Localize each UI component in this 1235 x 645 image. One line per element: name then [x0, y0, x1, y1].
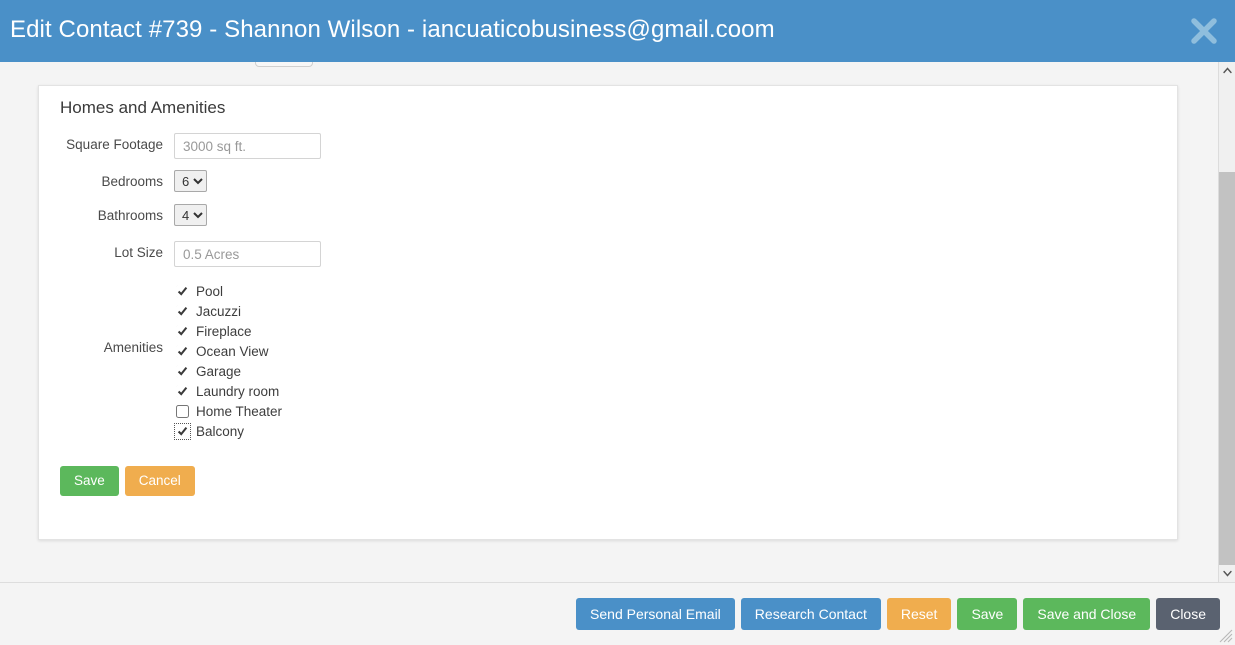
label-square-footage: Square Footage	[66, 137, 163, 152]
amenity-checkbox[interactable]	[176, 364, 189, 378]
modal-body: Homes and Amenities Square Footage Bedro…	[0, 62, 1218, 582]
field-row-bedrooms: Bedrooms 012345678	[39, 170, 379, 194]
amenity-label: Fireplace	[196, 323, 252, 339]
amenity-item[interactable]: Ocean View	[176, 341, 282, 361]
bedrooms-select[interactable]: 012345678	[174, 170, 207, 192]
amenity-label: Garage	[196, 363, 242, 379]
amenity-checkbox[interactable]	[176, 404, 189, 418]
card-title: Homes and Amenities	[60, 98, 226, 117]
footer-send-personal-email-button[interactable]: Send Personal Email	[576, 598, 735, 630]
amenity-checkbox[interactable]	[176, 324, 189, 338]
amenity-item[interactable]: Garage	[176, 361, 282, 381]
modal-header: Edit Contact #739 - Shannon Wilson - ian…	[0, 0, 1235, 62]
field-row-amenities: Amenities Pool Jacuzzi Fireplace Ocean View…	[39, 281, 379, 446]
field-row-square-footage: Square Footage	[39, 133, 379, 159]
modal-title: Edit Contact #739 - Shannon Wilson - ian…	[10, 16, 775, 43]
amenity-item[interactable]: Home Theater	[176, 401, 282, 421]
footer-reset-button[interactable]: Reset	[886, 598, 952, 630]
bathrooms-select[interactable]: 012345678	[174, 204, 207, 226]
amenities-checkbox-group: Pool Jacuzzi Fireplace Ocean View Garage Laun…	[174, 281, 282, 441]
card-cancel-button[interactable]: Cancel	[124, 466, 195, 496]
amenity-checkbox[interactable]	[176, 384, 189, 398]
field-row-bathrooms: Bathrooms 012345678	[39, 204, 379, 228]
label-bathrooms: Bathrooms	[97, 208, 163, 223]
control-bathrooms: 012345678	[174, 204, 207, 226]
vertical-scrollbar[interactable]	[1218, 62, 1235, 582]
card-action-buttons: Save Cancel	[60, 466, 201, 496]
card-save-button[interactable]: Save	[60, 466, 119, 496]
footer-close-button[interactable]: Close	[1156, 598, 1220, 630]
label-lot-size: Lot Size	[114, 245, 163, 260]
label-amenities: Amenities	[103, 340, 163, 355]
footer-save-and-close-button[interactable]: Save and Close	[1023, 598, 1151, 630]
close-x-icon[interactable]	[1185, 12, 1223, 50]
footer-action-buttons: Send Personal Email Research Contact Reset…	[576, 598, 1220, 630]
amenity-label: Jacuzzi	[196, 303, 242, 319]
footer-research-contact-button[interactable]: Research Contact	[740, 598, 881, 630]
amenity-item[interactable]: Balcony	[174, 421, 282, 441]
amenity-label: Balcony	[196, 423, 245, 439]
amenity-label: Laundry room	[196, 383, 280, 399]
resize-grip-icon[interactable]	[1219, 629, 1233, 643]
amenity-checkbox[interactable]	[174, 422, 191, 440]
modal-footer: Send Personal Email Research Contact Reset…	[0, 583, 1235, 645]
amenity-item[interactable]: Fireplace	[176, 321, 282, 341]
chevron-up-icon[interactable]	[1219, 62, 1235, 79]
amenity-checkbox[interactable]	[176, 304, 189, 318]
square-footage-input[interactable]	[174, 133, 321, 159]
amenity-checkbox[interactable]	[176, 284, 189, 298]
amenity-item[interactable]: Pool	[176, 281, 282, 301]
amenity-label: Ocean View	[196, 343, 269, 359]
amenity-label: Pool	[196, 283, 224, 299]
lot-size-input[interactable]	[174, 241, 321, 267]
label-bedrooms: Bedrooms	[101, 174, 163, 189]
field-row-lot-size: Lot Size	[39, 241, 379, 267]
footer-save-button[interactable]: Save	[957, 598, 1018, 630]
edit-contact-modal: Edit Contact #739 - Shannon Wilson - ian…	[0, 0, 1235, 645]
homes-and-amenities-card: Homes and Amenities Square Footage Bedro…	[38, 85, 1178, 540]
control-bedrooms: 012345678	[174, 170, 207, 192]
scrollbar-thumb[interactable]	[1219, 79, 1235, 172]
amenity-checkbox[interactable]	[176, 344, 189, 358]
amenity-label: Home Theater	[196, 403, 283, 419]
amenity-item[interactable]: Jacuzzi	[176, 301, 282, 321]
control-lot-size	[174, 241, 321, 267]
control-square-footage	[174, 133, 321, 159]
amenity-item[interactable]: Laundry room	[176, 381, 282, 401]
chevron-down-icon[interactable]	[1219, 565, 1235, 582]
